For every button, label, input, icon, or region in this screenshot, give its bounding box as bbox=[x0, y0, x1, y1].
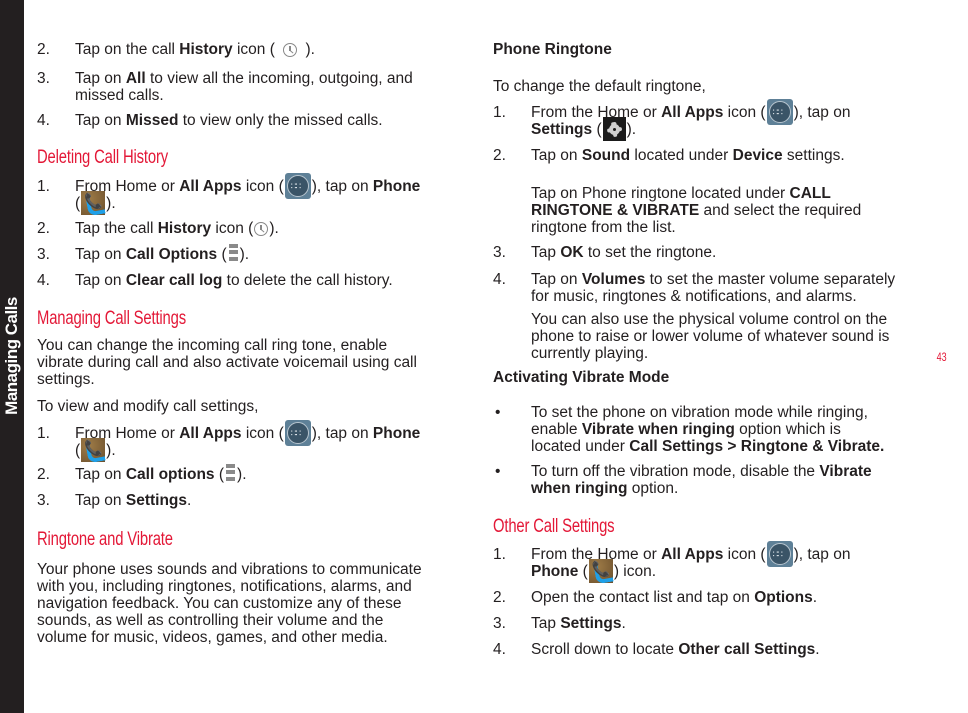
section-heading-managing-call-settings: Managing Call Settings bbox=[37, 308, 186, 329]
phone-icon bbox=[588, 559, 614, 585]
section-heading-phone-ringtone: Phone Ringtone bbox=[493, 41, 612, 58]
history-icon bbox=[283, 42, 298, 57]
all-apps-icon bbox=[284, 420, 311, 447]
phone-ringtone-intro: To change the default ringtone, bbox=[493, 78, 706, 95]
managing-view-paragraph: To view and modify call settings, bbox=[37, 398, 259, 415]
managing-intro-paragraph: You can change the incoming call ring to… bbox=[37, 337, 417, 388]
page-number: 43 bbox=[936, 350, 947, 364]
section-heading-other-call-settings: Other Call Settings bbox=[493, 516, 615, 537]
all-apps-icon bbox=[766, 541, 793, 568]
all-apps-icon bbox=[284, 173, 311, 200]
phone-icon bbox=[81, 438, 106, 464]
settings-gear-icon bbox=[602, 116, 626, 141]
ringtone-paragraph: Your phone uses sounds and vibrations to… bbox=[37, 561, 422, 646]
side-tab: Managing Calls bbox=[0, 0, 24, 713]
section-heading-deleting-call-history: Deleting Call History bbox=[37, 147, 168, 168]
history-icon bbox=[254, 221, 269, 236]
side-tab-label: Managing Calls bbox=[2, 297, 21, 415]
all-apps-icon bbox=[766, 99, 793, 126]
phone-icon bbox=[81, 191, 106, 217]
call-options-menu-icon bbox=[228, 243, 238, 264]
section-heading-activating-vibrate-mode: Activating Vibrate Mode bbox=[493, 369, 670, 386]
call-options-menu-icon bbox=[226, 463, 236, 484]
section-heading-ringtone-and-vibrate: Ringtone and Vibrate bbox=[37, 529, 173, 550]
